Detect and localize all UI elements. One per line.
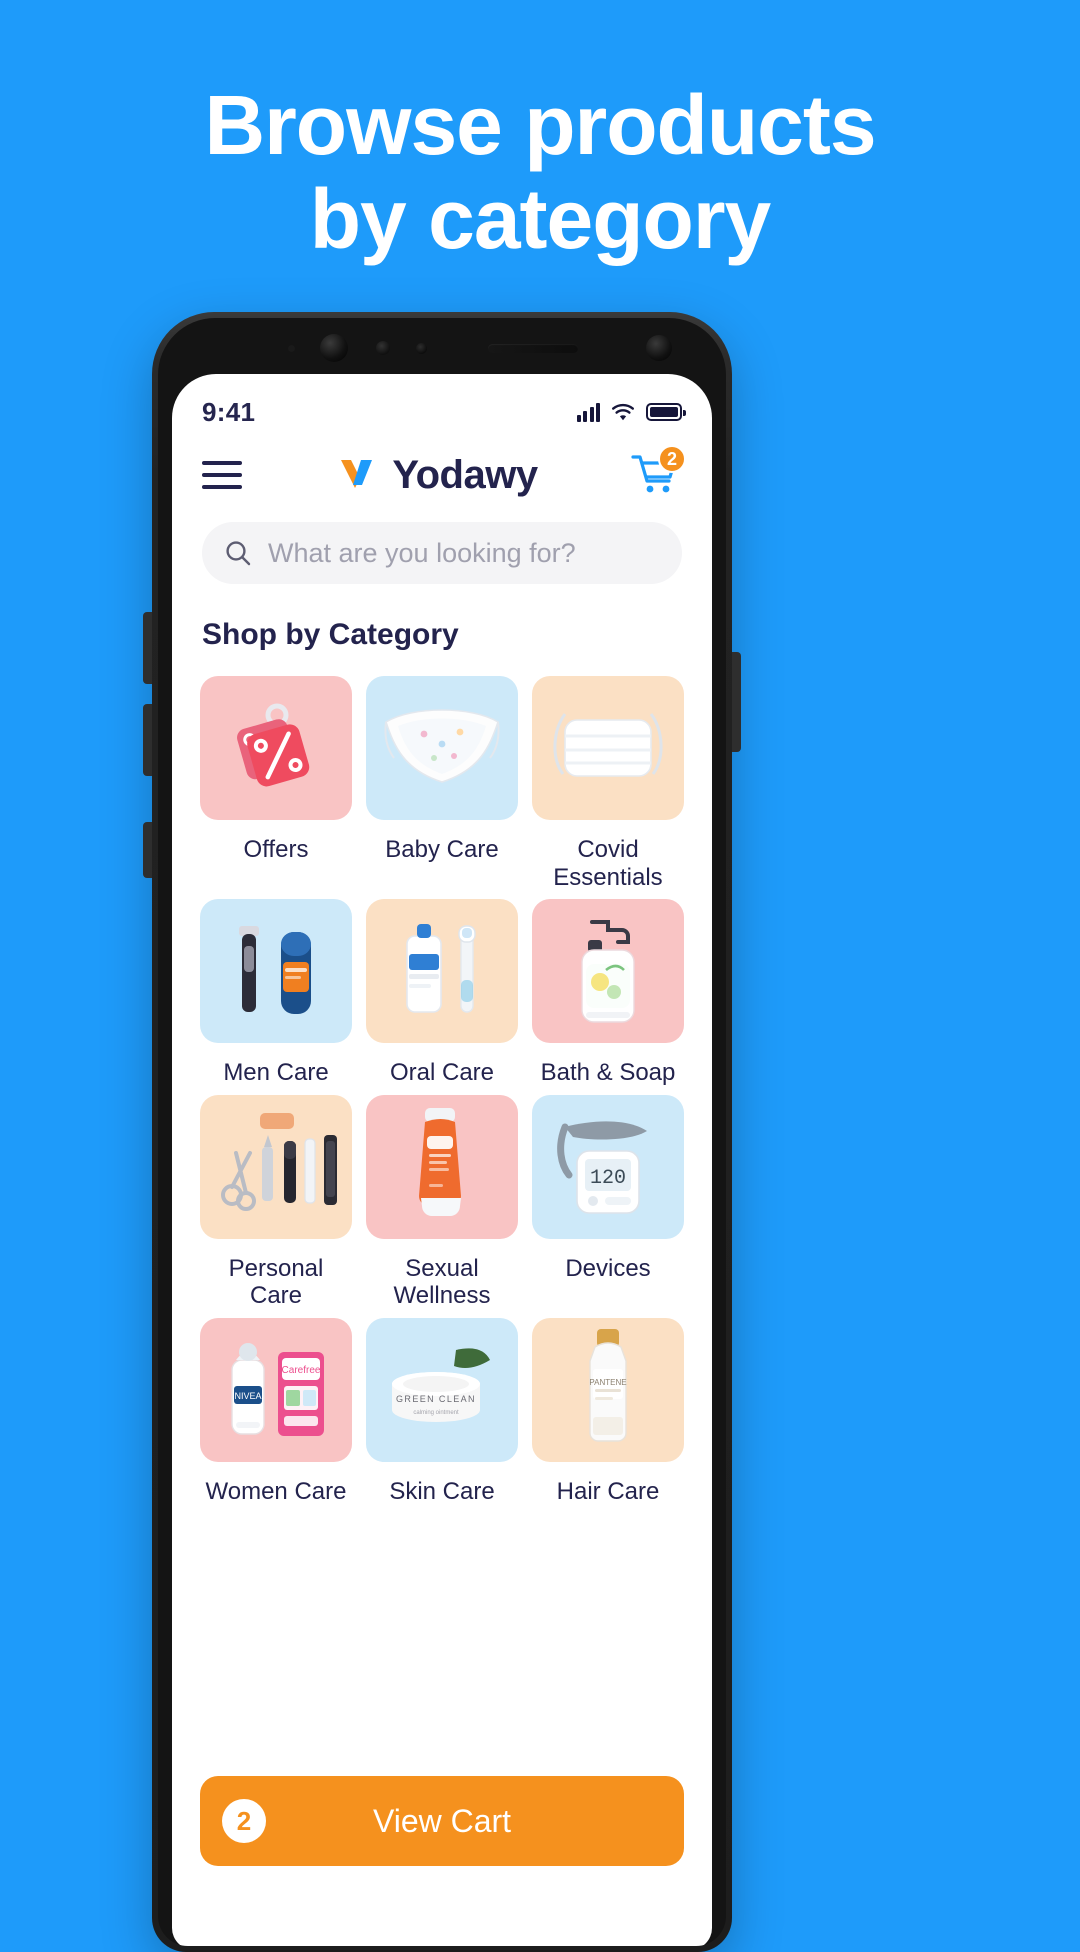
shopping-cart-icon[interactable]: 2 [630,445,686,499]
category-item-personal-care[interactable]: Personal Care [200,1094,352,1310]
proximity-sensor-icon [376,341,390,355]
iris-sensor-icon [416,343,427,354]
assistant-button[interactable] [143,822,152,878]
category-tile[interactable]: 120 [532,1094,684,1239]
category-item-women-care[interactable]: NIVEA Carefree Women Care [200,1317,352,1506]
category-label: Skin Care [389,1477,495,1505]
svg-text:calming ointment: calming ointment [413,1410,459,1416]
app-header: Yodawy 2 [172,436,712,514]
category-label: Offers [243,836,309,863]
category-tile[interactable] [366,899,518,1044]
category-item-oral-care[interactable]: Oral Care [366,899,518,1087]
volume-up-button[interactable] [143,612,152,684]
category-item-men-care[interactable]: Men Care [200,899,352,1087]
category-tile[interactable]: NIVEA Carefree [200,1317,352,1462]
category-item-offers[interactable]: Offers [200,676,352,891]
category-label: Men Care [223,1059,329,1087]
category-label: Baby Care [385,836,499,863]
view-cart-button[interactable]: 2 View Cart [200,1776,684,1866]
category-label: Bath & Soap [540,1059,676,1087]
phone-body: 9:41 Yodawy 2 What are you looking for? … [158,318,726,1946]
category-tile[interactable]: PANTENE [532,1317,684,1462]
headline-line-1: Browse products [204,78,876,172]
category-item-sexual-wellness[interactable]: Sexual Wellness [366,1094,518,1310]
category-label: Women Care [205,1477,347,1505]
app-screen: 9:41 Yodawy 2 What are you looking for? … [172,374,712,1946]
phone-mockup: 9:41 Yodawy 2 What are you looking for? … [143,312,741,1952]
category-label: Sexual Wellness [393,1254,491,1310]
view-cart-count-badge: 2 [222,1799,266,1843]
category-label: Personal Care [228,1254,324,1310]
headline-line-2: by category [309,172,772,267]
category-label: Devices [565,1254,651,1282]
yodawy-logo-mark-icon [338,455,382,495]
hero-headline: Browse products by category [0,78,1080,266]
category-item-covid-essentials[interactable]: Covid Essentials [532,676,684,891]
category-tile[interactable] [200,899,352,1044]
battery-full-icon [646,403,686,421]
search-icon [224,539,252,567]
front-camera-icon [320,334,348,362]
category-tile[interactable] [200,676,352,820]
category-item-bath-and-soap[interactable]: Bath & Soap [532,899,684,1087]
category-tile[interactable] [532,676,684,820]
category-tile[interactable]: GREEN CLEAN calming ointment [366,1317,518,1462]
category-tile[interactable] [366,676,518,820]
category-item-baby-care[interactable]: Baby Care [366,676,518,891]
status-bar: 9:41 [172,374,712,436]
light-sensor-icon [288,345,295,352]
phone-top-bezel [158,318,726,380]
earpiece-speaker [488,344,578,353]
status-icons [576,402,686,422]
svg-text:GREEN CLEAN: GREEN CLEAN [396,1394,476,1404]
brand-logo[interactable]: Yodawy [338,452,538,498]
search-input[interactable]: What are you looking for? [268,538,576,569]
svg-text:Carefree: Carefree [282,1365,321,1376]
secondary-camera-icon [646,335,672,361]
category-grid: Offers Baby Care Covid Essentials Men Ca… [200,676,684,1506]
section-title: Shop by Category [202,618,459,651]
brand-name: Yodawy [392,452,538,497]
category-item-skin-care[interactable]: GREEN CLEAN calming ointment Skin Care [366,1317,518,1506]
category-tile[interactable] [532,899,684,1044]
status-time: 9:41 [202,396,256,427]
view-cart-label: View Cart [372,1802,512,1839]
svg-text:120: 120 [590,1167,626,1190]
category-tile[interactable] [200,1094,352,1239]
category-label: Oral Care [389,1059,495,1087]
category-item-devices[interactable]: 120 Devices [532,1094,684,1310]
category-tile[interactable] [366,1094,518,1239]
category-label: Hair Care [556,1477,660,1505]
category-label: Covid Essentials [553,836,663,891]
svg-text:NIVEA: NIVEA [234,1391,261,1401]
cart-count-badge: 2 [658,445,686,473]
svg-text:PANTENE: PANTENE [589,1378,626,1387]
search-bar[interactable]: What are you looking for? [202,522,682,584]
hamburger-menu-icon[interactable] [202,460,246,490]
category-item-hair-care[interactable]: PANTENE Hair Care [532,1317,684,1506]
power-button[interactable] [732,652,741,752]
wifi-icon [611,403,635,422]
cellular-signal-icon [576,402,600,422]
volume-down-button[interactable] [143,704,152,776]
